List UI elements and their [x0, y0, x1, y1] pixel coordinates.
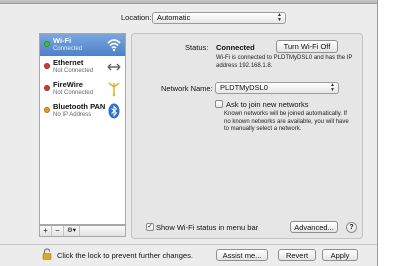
advanced-button[interactable]: Advanced...: [290, 221, 338, 233]
firewire-icon: [108, 82, 120, 97]
wifi-icon: [107, 39, 121, 52]
assist-me-button[interactable]: Assist me...: [216, 249, 268, 261]
network-preferences-window: Location: Automatic ▲ ▼ Wi-Fi Connected E…: [0, 0, 378, 266]
remove-service-button[interactable]: −: [52, 226, 64, 236]
location-value: Automatic: [157, 13, 191, 22]
service-status: Connected: [53, 46, 83, 52]
show-status-label: Show Wi-Fi status in menu bar: [156, 223, 259, 232]
service-item-ethernet[interactable]: Ethernet Not Connected: [40, 56, 125, 78]
network-name-label: Network Name:: [161, 84, 213, 93]
location-select[interactable]: Automatic ▲ ▼: [152, 12, 286, 24]
popup-arrows-icon: ▲ ▼: [330, 82, 335, 93]
network-name-value: PLDTMyDSL0: [220, 83, 268, 92]
lock-icon[interactable]: [42, 248, 52, 260]
service-status: No IP Address: [53, 112, 92, 118]
apply-button[interactable]: Apply: [322, 249, 358, 261]
service-item-wifi[interactable]: Wi-Fi Connected: [40, 34, 125, 56]
service-list-toolbar: + − ⚙▾: [39, 225, 126, 237]
lock-text: Click the lock to prevent further change…: [57, 251, 193, 260]
turn-wifi-off-button[interactable]: Turn Wi-Fi Off: [276, 40, 338, 53]
status-dot-green: [44, 41, 50, 47]
network-name-select[interactable]: PLDTMyDSL0 ▲ ▼: [215, 82, 339, 94]
service-item-firewire[interactable]: FireWire Not Connected: [40, 78, 125, 100]
service-item-bluetooth-pan[interactable]: Bluetooth PAN No IP Address: [40, 100, 125, 122]
status-value: Connected: [216, 43, 255, 52]
bluetooth-icon: [108, 103, 120, 119]
revert-button[interactable]: Revert: [278, 249, 316, 261]
status-dot-red: [44, 85, 50, 91]
ethernet-arrows-icon: [107, 63, 121, 71]
add-service-button[interactable]: +: [40, 226, 52, 236]
service-list: Wi-Fi Connected Ethernet Not Connected F…: [39, 33, 126, 225]
service-status: Not Connected: [53, 68, 94, 74]
service-name: FireWire: [53, 80, 83, 89]
status-dot-red: [44, 63, 50, 69]
service-status: Not Connected: [53, 90, 94, 96]
show-status-checkbox[interactable]: ✓: [146, 223, 154, 231]
popup-arrows-icon: ▲ ▼: [277, 12, 282, 23]
ask-join-description: Known networks will be joined automatica…: [224, 111, 349, 132]
location-label: Location:: [121, 13, 152, 22]
window-edge: [377, 0, 378, 266]
service-name: Bluetooth PAN: [53, 102, 106, 111]
action-menu-button[interactable]: ⚙▾: [64, 226, 80, 236]
status-description: Wi-Fi is connected to PLDTMyDSL0 and has…: [216, 55, 353, 69]
help-button[interactable]: ?: [346, 222, 357, 233]
ask-join-label: Ask to join new networks: [226, 100, 309, 109]
status-label: Status:: [185, 43, 209, 52]
window-titlebar: [0, 0, 378, 4]
service-name: Ethernet: [53, 58, 84, 67]
service-name: Wi-Fi: [53, 36, 72, 45]
ask-join-checkbox[interactable]: [215, 100, 223, 108]
footer-divider: [0, 244, 378, 245]
status-dot-yellow: [44, 107, 50, 113]
